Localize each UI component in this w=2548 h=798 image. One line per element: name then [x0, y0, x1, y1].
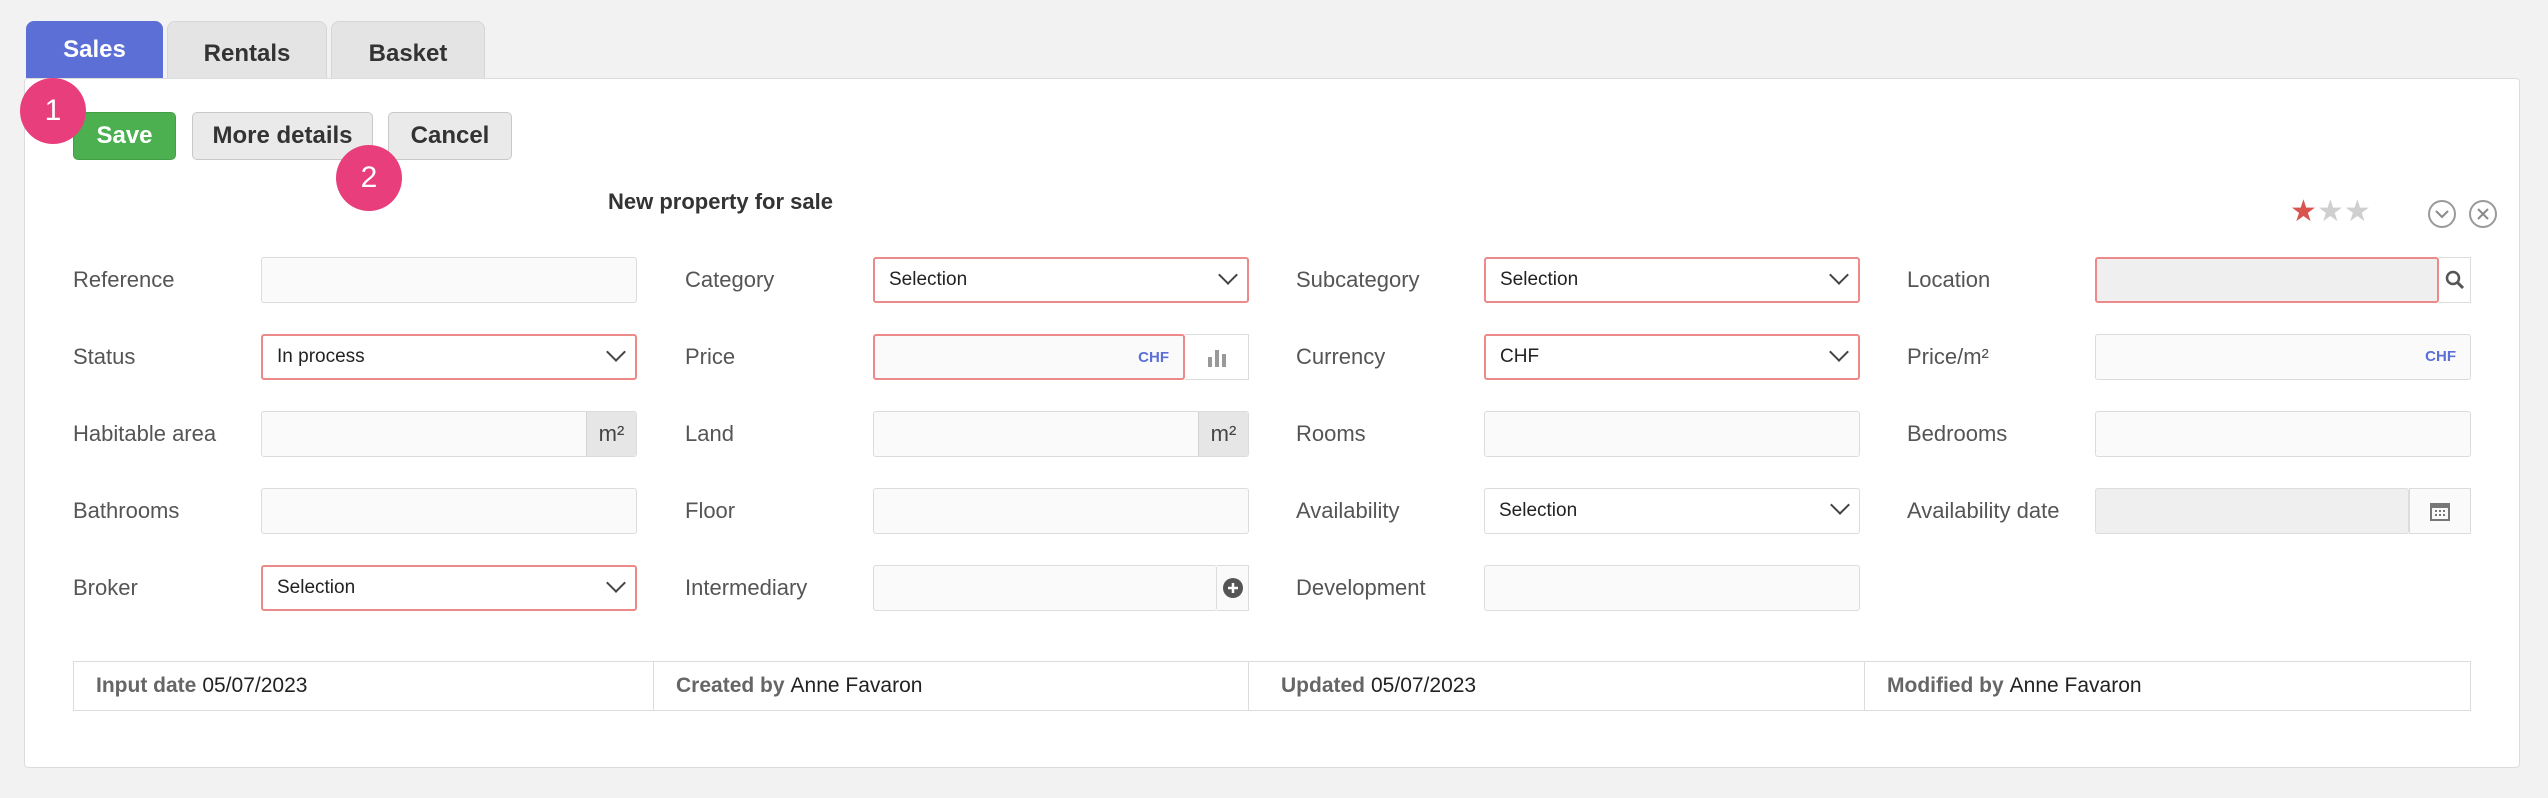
rooms-field[interactable]	[1484, 411, 1860, 457]
chevron-down-icon	[1218, 265, 1238, 285]
input-date-value: 05/07/2023	[202, 674, 308, 697]
save-button[interactable]: Save	[73, 112, 176, 160]
floor-field[interactable]	[873, 488, 1249, 534]
chevron-down-icon	[1829, 342, 1849, 362]
availability-date-label: Availability date	[1907, 498, 2060, 523]
status-value: In process	[277, 346, 365, 367]
land-field[interactable]: m²	[873, 411, 1249, 457]
updated-cell: Updated 05/07/2023	[1249, 662, 1865, 710]
category-label: Category	[685, 267, 775, 292]
reference-label: Reference	[73, 267, 175, 292]
bedrooms-field[interactable]	[2095, 411, 2471, 457]
chevron-down-icon	[606, 342, 626, 362]
record-info-bar: Input date 05/07/2023 Created by Anne Fa…	[73, 661, 2471, 711]
habitable-area-label: Habitable area	[73, 421, 217, 446]
updated-label: Updated	[1281, 674, 1365, 697]
rooms-label: Rooms	[1296, 421, 1366, 446]
development-field[interactable]	[1484, 565, 1860, 611]
annotation-badge-2: 2	[336, 145, 402, 211]
tab-basket[interactable]: Basket	[331, 21, 485, 78]
category-select[interactable]: Selection	[873, 257, 1249, 303]
page-title: New property for sale	[608, 189, 833, 214]
modified-by-label: Modified by	[1887, 674, 2004, 697]
bathrooms-label: Bathrooms	[73, 498, 180, 523]
development-label: Development	[1296, 575, 1426, 600]
bar-chart-icon[interactable]	[1185, 334, 1249, 380]
subcategory-label: Subcategory	[1296, 267, 1420, 292]
currency-label: Currency	[1296, 344, 1386, 369]
floor-label: Floor	[685, 498, 736, 523]
availability-value: Selection	[1499, 500, 1578, 521]
price-m2-field[interactable]: CHF	[2095, 334, 2471, 380]
chevron-down-icon	[606, 573, 626, 593]
land-unit: m²	[1198, 412, 1248, 456]
habitable-area-field[interactable]: m²	[261, 411, 637, 457]
star-icon[interactable]: ★	[2290, 197, 2317, 227]
rating-stars[interactable]: ★ ★ ★	[2290, 197, 2371, 227]
location-field[interactable]	[2095, 257, 2439, 303]
chevron-down-icon	[1829, 265, 1849, 285]
subcategory-value: Selection	[1500, 269, 1579, 290]
cancel-button[interactable]: Cancel	[388, 112, 512, 160]
created-by-label: Created by	[676, 674, 785, 697]
availability-select[interactable]: Selection	[1484, 488, 1860, 534]
availability-date-field[interactable]	[2095, 488, 2409, 534]
intermediary-label: Intermediary	[685, 575, 808, 600]
price-m2-label: Price/m²	[1907, 344, 1989, 369]
currency-select[interactable]: CHF	[1484, 334, 1860, 380]
reference-field[interactable]	[261, 257, 637, 303]
broker-label: Broker	[73, 575, 138, 600]
price-field[interactable]: CHF	[873, 334, 1185, 380]
plus-circle-icon[interactable]	[1217, 565, 1249, 611]
created-by-cell: Created by Anne Favaron	[654, 662, 1249, 710]
close-icon[interactable]	[2469, 200, 2497, 228]
broker-value: Selection	[277, 577, 356, 598]
currency-value: CHF	[1500, 346, 1540, 367]
input-date-cell: Input date 05/07/2023	[74, 662, 654, 710]
tab-bar: Sales Rentals Basket	[26, 21, 485, 78]
modified-by-cell: Modified by Anne Favaron	[1865, 662, 2470, 710]
bathrooms-field[interactable]	[261, 488, 637, 534]
star-icon[interactable]: ★	[2317, 197, 2344, 227]
broker-select[interactable]: Selection	[261, 565, 637, 611]
annotation-badge-1: 1	[20, 78, 86, 144]
star-icon[interactable]: ★	[2344, 197, 2371, 227]
category-value: Selection	[889, 269, 968, 290]
updated-value: 05/07/2023	[1371, 674, 1477, 697]
price-label: Price	[685, 344, 736, 369]
status-label: Status	[73, 344, 136, 369]
modified-by-value: Anne Favaron	[2009, 674, 2142, 697]
status-select[interactable]: In process	[261, 334, 637, 380]
input-date-label: Input date	[96, 674, 197, 697]
calendar-icon[interactable]	[2409, 488, 2471, 534]
intermediary-field[interactable]	[873, 565, 1217, 611]
bedrooms-label: Bedrooms	[1907, 421, 2008, 446]
chevron-down-icon	[1830, 495, 1850, 515]
location-label: Location	[1907, 267, 1991, 292]
availability-label: Availability	[1296, 498, 1400, 523]
tab-sales[interactable]: Sales	[26, 21, 163, 78]
chevron-down-icon[interactable]	[2428, 200, 2456, 228]
habitable-area-unit: m²	[586, 412, 636, 456]
created-by-value: Anne Favaron	[790, 674, 923, 697]
search-icon[interactable]	[2439, 257, 2471, 303]
price-currency-unit: CHF	[1138, 349, 1169, 366]
land-label: Land	[685, 421, 734, 446]
price-m2-currency-unit: CHF	[2425, 348, 2456, 365]
subcategory-select[interactable]: Selection	[1484, 257, 1860, 303]
tab-rentals[interactable]: Rentals	[167, 21, 327, 78]
